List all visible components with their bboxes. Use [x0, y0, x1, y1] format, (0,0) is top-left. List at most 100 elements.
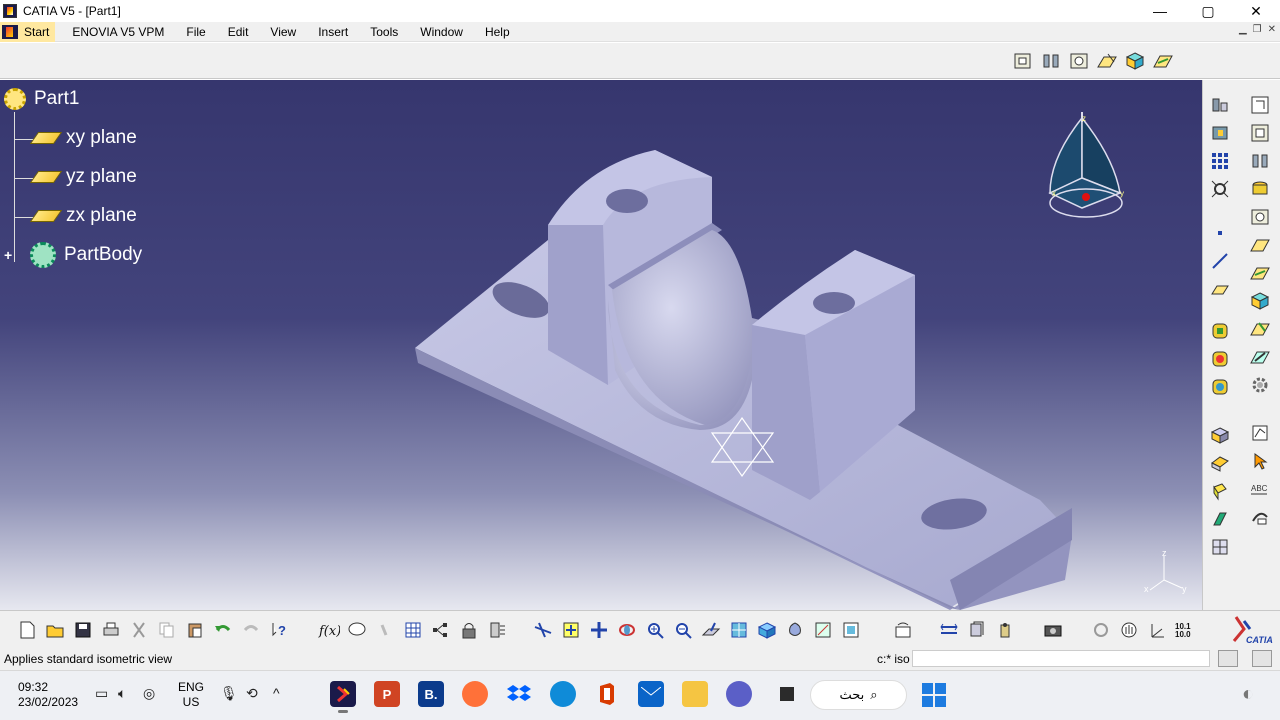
plane-icon[interactable]: [1209, 278, 1231, 300]
paste-icon[interactable]: [184, 619, 206, 641]
sync-tray-icon[interactable]: ⟲: [246, 685, 258, 702]
pocket-icon[interactable]: [1068, 50, 1090, 72]
shading-icon[interactable]: [1152, 50, 1174, 72]
3d-viewport[interactable]: Part1 xy plane yz plane zx plane + PartB…: [0, 80, 1202, 610]
menu-edit[interactable]: Edit: [217, 25, 260, 39]
body-chamfer-icon[interactable]: [1209, 348, 1231, 370]
publication-icon[interactable]: [1249, 506, 1271, 528]
plane-tool-icon[interactable]: [1096, 50, 1118, 72]
stiffener-icon[interactable]: [1249, 290, 1271, 312]
taskbar-search[interactable]: بحث ⌕: [810, 680, 907, 710]
battery-icon[interactable]: ▭: [95, 685, 108, 702]
tree-item-zx-plane[interactable]: zx plane: [29, 205, 137, 227]
render-style-icon[interactable]: [784, 619, 806, 641]
taskbar-app-firefox[interactable]: [462, 681, 488, 707]
system-clock[interactable]: 09:32 23/02/2023: [18, 680, 78, 710]
multi-view-icon[interactable]: [728, 619, 750, 641]
measure-item-icon[interactable]: [966, 619, 988, 641]
close-button[interactable]: ✕: [1232, 0, 1280, 22]
link-icon[interactable]: [374, 619, 396, 641]
taskbar-app-dropbox[interactable]: [506, 681, 532, 707]
notification-icon[interactable]: ◐: [1242, 683, 1254, 706]
menu-help[interactable]: Help: [474, 25, 521, 39]
zoom-out-icon[interactable]: [672, 619, 694, 641]
zoom-in-icon[interactable]: [644, 619, 666, 641]
command-input[interactable]: [912, 650, 1210, 667]
menu-enovia[interactable]: ENOVIA V5 VPM: [61, 25, 175, 39]
menu-insert[interactable]: Insert: [307, 25, 359, 39]
taskbar-app-booking[interactable]: B.: [418, 681, 444, 707]
fly-icon[interactable]: [532, 619, 554, 641]
point-icon[interactable]: [1209, 222, 1231, 244]
cube-view-icon[interactable]: [1124, 50, 1146, 72]
microphone-icon[interactable]: 🎙︎: [220, 685, 238, 702]
groove-icon[interactable]: [1249, 206, 1271, 228]
settings-gear-icon[interactable]: [1249, 374, 1271, 396]
comment-icon[interactable]: [346, 619, 368, 641]
minimize-button[interactable]: —: [1136, 0, 1184, 22]
fit-all-icon[interactable]: [1209, 178, 1231, 200]
expand-plus-icon[interactable]: +: [4, 247, 18, 263]
axis-system-icon[interactable]: [1146, 619, 1168, 641]
sketcher-icon[interactable]: [1249, 94, 1271, 116]
new-file-icon[interactable]: [16, 619, 38, 641]
taskbar-app-teams[interactable]: [726, 681, 752, 707]
pad-tool-icon[interactable]: [1209, 94, 1231, 116]
positioned-sketch-icon[interactable]: [1249, 122, 1271, 144]
undo-icon[interactable]: [212, 619, 234, 641]
menu-start[interactable]: Start: [0, 21, 56, 42]
thickness-icon[interactable]: [1209, 480, 1231, 502]
annotation-abc-icon[interactable]: ABC: [1249, 478, 1271, 500]
taskbar-app-file-explorer[interactable]: [682, 681, 708, 707]
doc-restore-button[interactable]: ❐: [1253, 24, 1262, 35]
line-icon[interactable]: [1209, 250, 1231, 272]
pad-icon[interactable]: [1040, 50, 1062, 72]
taskbar-app-dark[interactable]: [774, 681, 800, 707]
parameters-icon[interactable]: [486, 619, 508, 641]
solid-cube-icon[interactable]: [1209, 424, 1231, 446]
sketch-icon[interactable]: [1012, 50, 1034, 72]
formula-icon[interactable]: f(x): [318, 619, 340, 641]
pocket-tool-icon[interactable]: [1209, 122, 1231, 144]
menu-view[interactable]: View: [259, 25, 307, 39]
body-fillet-icon[interactable]: [1209, 320, 1231, 342]
status-button-stop[interactable]: [1252, 650, 1272, 667]
rib-icon[interactable]: [1249, 234, 1271, 256]
chevron-up-icon[interactable]: ^: [273, 685, 280, 701]
shaft-icon[interactable]: [1249, 150, 1271, 172]
measure-between-icon[interactable]: [938, 619, 960, 641]
copy-icon[interactable]: [156, 619, 178, 641]
isometric-view-icon[interactable]: [756, 619, 778, 641]
thread-icon[interactable]: [1209, 508, 1231, 530]
hand-icon[interactable]: [1118, 619, 1140, 641]
pattern-icon[interactable]: [1209, 150, 1231, 172]
compass-widget[interactable]: z x y: [1040, 108, 1132, 224]
doc-close-button[interactable]: ✕: [1268, 24, 1276, 35]
volume-icon[interactable]: 🔈︎: [118, 685, 126, 702]
taskbar-app-office[interactable]: [594, 681, 620, 707]
doc-minimize-button[interactable]: ▁: [1239, 24, 1247, 35]
hide-show-icon[interactable]: [812, 619, 834, 641]
taskbar-app-powerpoint[interactable]: P: [374, 681, 400, 707]
whats-this-icon[interactable]: ?: [268, 619, 290, 641]
normal-view-icon[interactable]: [700, 619, 722, 641]
sync-icon[interactable]: [1090, 619, 1112, 641]
swap-visible-icon[interactable]: [840, 619, 862, 641]
taskbar-app-edge[interactable]: [550, 681, 576, 707]
network-globe-icon[interactable]: ◎: [143, 685, 155, 702]
remove-lump-icon[interactable]: [1249, 346, 1271, 368]
status-button-restore[interactable]: [1218, 650, 1238, 667]
table-icon[interactable]: [402, 619, 424, 641]
rotate-icon[interactable]: [616, 619, 638, 641]
menu-tools[interactable]: Tools: [359, 25, 409, 39]
print-icon[interactable]: [100, 619, 122, 641]
tree-item-yz-plane[interactable]: yz plane: [29, 166, 137, 188]
save-icon[interactable]: [72, 619, 94, 641]
camera-icon[interactable]: [1042, 619, 1064, 641]
fit-all-in-icon[interactable]: [560, 619, 582, 641]
tree-item-xy-plane[interactable]: xy plane: [29, 127, 137, 149]
hole-icon[interactable]: [1249, 178, 1271, 200]
tree-item-partbody[interactable]: + PartBody: [4, 242, 142, 268]
tree-graph-icon[interactable]: [430, 619, 452, 641]
tree-root[interactable]: Part1: [4, 88, 79, 110]
